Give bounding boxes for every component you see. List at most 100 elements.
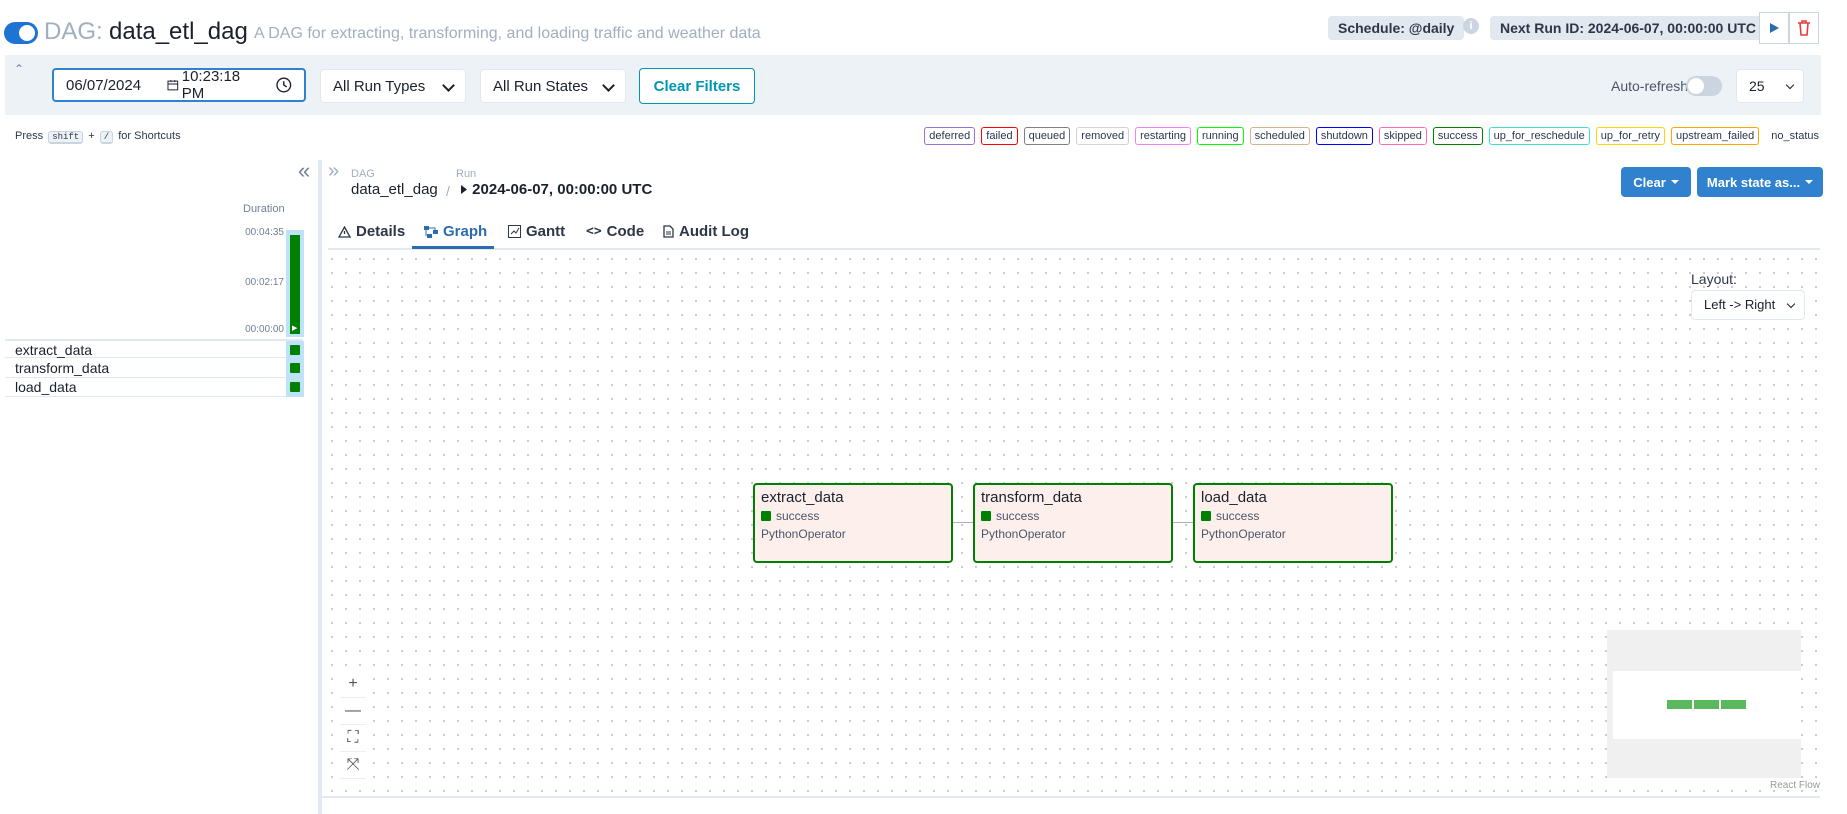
run-states-select[interactable]: All Run States: [480, 69, 626, 103]
legend-upstream-failed[interactable]: upstream_failed: [1671, 127, 1760, 145]
document-icon: [663, 225, 674, 238]
legend-skipped[interactable]: skipped: [1378, 127, 1427, 145]
graph-edge: [1173, 522, 1193, 523]
breadcrumb-run[interactable]: 2024-06-07, 00:00:00 UTC: [460, 181, 652, 198]
task-row-transform[interactable]: transform_data: [5, 359, 303, 378]
date-time-picker[interactable]: 06/07/2024 10:23:18 PM: [52, 68, 306, 102]
minimap-node: [1667, 700, 1692, 709]
play-icon: [1770, 23, 1779, 33]
panel-divider[interactable]: [318, 160, 322, 814]
dag-prefix: DAG:: [44, 18, 103, 45]
active-tab-indicator: [412, 246, 494, 249]
mark-state-button[interactable]: Mark state as...: [1697, 167, 1823, 197]
auto-refresh-label: Auto-refresh: [1611, 78, 1689, 94]
duration-tick: 00:02:17: [245, 277, 284, 288]
tab-audit-log-label: Audit Log: [679, 223, 749, 240]
duration-tick: 00:04:35: [245, 227, 284, 238]
legend-up-for-reschedule[interactable]: up_for_reschedule: [1488, 127, 1590, 145]
warning-icon: [338, 225, 351, 238]
task-row-extract[interactable]: extract_data: [5, 339, 303, 358]
shift-key: shift: [48, 131, 84, 144]
node-state: success: [761, 509, 945, 523]
tab-details-label: Details: [356, 223, 406, 240]
shortcuts-plus: +: [88, 130, 95, 142]
dag-run-duration-bar[interactable]: [290, 235, 300, 334]
shortcuts-press: Press: [15, 130, 44, 142]
shortcuts-suffix: for Shortcuts: [118, 130, 181, 142]
legend-no-status[interactable]: no_status: [1767, 128, 1823, 144]
node-state-label: success: [996, 509, 1040, 523]
legend-restarting[interactable]: restarting: [1135, 127, 1191, 145]
legend-shutdown[interactable]: shutdown: [1315, 127, 1373, 145]
trigger-dag-button[interactable]: [1759, 12, 1789, 44]
chevron-down-icon: [442, 79, 455, 92]
tab-audit-log[interactable]: Audit Log: [663, 223, 749, 240]
page-size-select[interactable]: 25: [1736, 69, 1804, 103]
zoom-in-button[interactable]: +: [340, 671, 366, 698]
info-icon[interactable]: i: [1463, 18, 1479, 34]
legend-failed[interactable]: failed: [981, 127, 1018, 145]
minimap-node: [1694, 700, 1719, 709]
chevron-down-icon: [1786, 299, 1796, 309]
tab-code[interactable]: <> Code: [586, 223, 644, 240]
auto-refresh-switch[interactable]: [1686, 76, 1722, 96]
delete-dag-button[interactable]: [1789, 12, 1819, 44]
node-operator: PythonOperator: [1201, 527, 1286, 541]
collapse-up-icon[interactable]: ⌃: [14, 62, 24, 76]
schedule-badge: Schedule: @daily: [1328, 16, 1465, 40]
node-state: success: [1201, 509, 1385, 523]
chevron-down-icon: [1785, 80, 1795, 90]
run-types-select[interactable]: All Run Types: [320, 69, 466, 103]
status-square-icon: [981, 511, 991, 521]
play-icon: ▶: [292, 325, 298, 332]
clear-filters-button[interactable]: Clear Filters: [639, 68, 755, 104]
next-run-badge: Next Run ID: 2024-06-07, 00:00:00 UTC: [1490, 16, 1766, 40]
legend-deferred[interactable]: deferred: [924, 127, 976, 145]
task-instance-cell[interactable]: [286, 378, 304, 397]
zoom-out-button[interactable]: —: [340, 698, 366, 725]
tab-gantt[interactable]: Gantt: [508, 223, 565, 240]
breadcrumb-dag[interactable]: data_etl_dag: [351, 181, 438, 198]
legend-scheduled[interactable]: scheduled: [1249, 127, 1310, 145]
state-legend: deferred failed queued removed restarting run…: [924, 127, 1823, 145]
run-play-icon: [461, 185, 467, 194]
layout-select[interactable]: Left -> Right: [1691, 290, 1805, 320]
task-node-extract[interactable]: extract_data success PythonOperator: [753, 483, 953, 563]
legend-running[interactable]: running: [1196, 127, 1244, 145]
task-instance-cell[interactable]: [286, 341, 304, 360]
legend-removed[interactable]: removed: [1076, 127, 1130, 145]
tab-details[interactable]: Details: [338, 223, 405, 240]
tab-graph[interactable]: Graph: [424, 223, 487, 240]
page-size-value: 25: [1749, 78, 1765, 94]
breadcrumb-run-value: 2024-06-07, 00:00:00 UTC: [472, 181, 653, 198]
dag-pause-toggle[interactable]: [4, 22, 38, 44]
task-row-load[interactable]: load_data: [5, 378, 303, 397]
run-types-value: All Run Types: [333, 77, 426, 95]
tab-gantt-label: Gantt: [526, 223, 566, 240]
collapse-grid-icon[interactable]: «: [298, 160, 310, 182]
gantt-icon: [508, 225, 521, 238]
react-flow-attribution[interactable]: React Flow: [1770, 780, 1820, 791]
expand-icon[interactable]: »: [328, 161, 339, 181]
duration-tick: 00:00:00: [245, 324, 284, 335]
tab-graph-label: Graph: [443, 223, 488, 240]
node-title: extract_data: [761, 489, 844, 506]
graph-edge: [953, 522, 974, 523]
fit-view-button[interactable]: ⛶: [340, 725, 366, 752]
status-square-icon: [761, 511, 771, 521]
node-title: load_data: [1201, 489, 1267, 506]
expand-view-button[interactable]: ⤧: [340, 752, 366, 779]
layout-label: Layout:: [1691, 271, 1737, 287]
legend-success[interactable]: success: [1432, 127, 1483, 145]
clear-button[interactable]: Clear: [1621, 167, 1691, 197]
legend-up-for-retry[interactable]: up_for_retry: [1595, 127, 1666, 145]
status-square-icon: [1201, 511, 1211, 521]
task-node-transform[interactable]: transform_data success PythonOperator: [973, 483, 1173, 563]
clear-button-label: Clear: [1633, 174, 1666, 190]
node-state: success: [981, 509, 1165, 523]
task-instance-cell[interactable]: [286, 359, 304, 378]
canvas-border: [322, 796, 1820, 798]
legend-queued[interactable]: queued: [1023, 127, 1071, 145]
node-state-label: success: [776, 509, 820, 523]
task-node-load[interactable]: load_data success PythonOperator: [1193, 483, 1393, 563]
